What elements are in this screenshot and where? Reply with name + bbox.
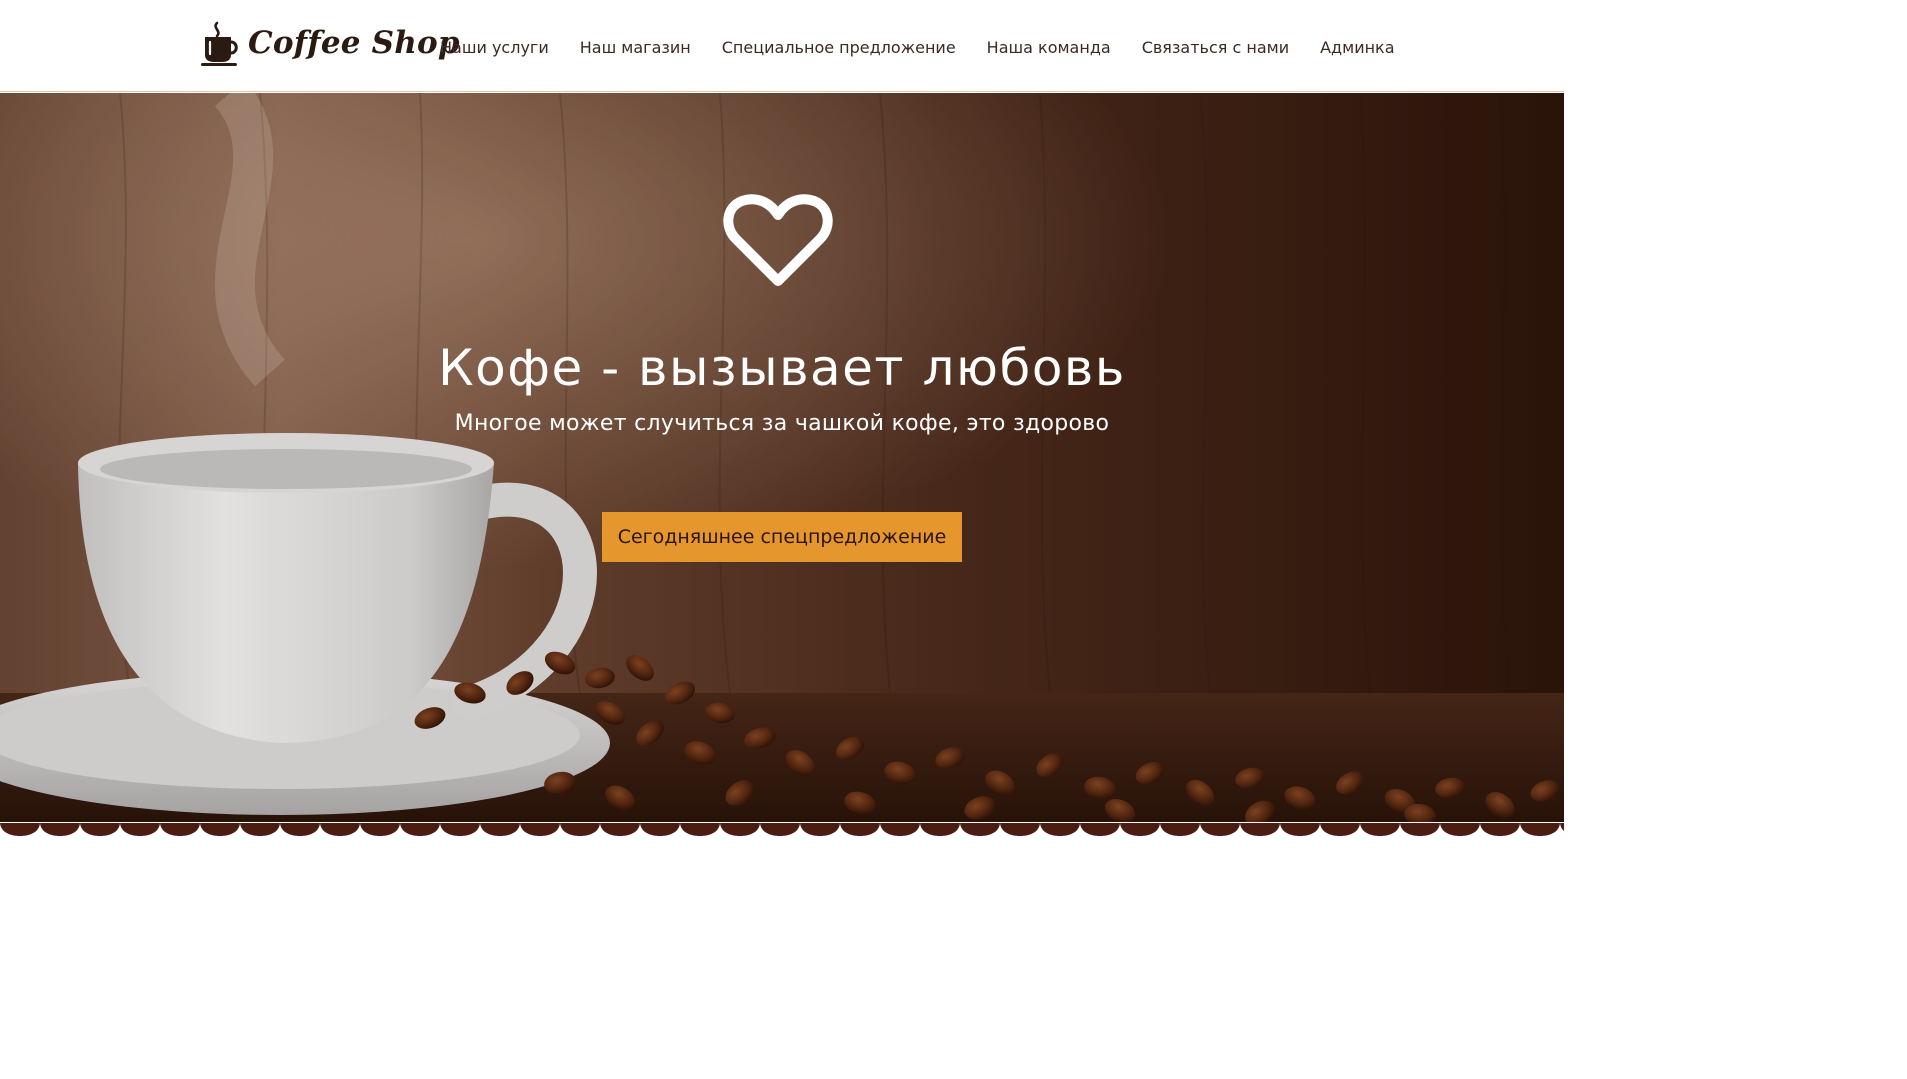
brand-logo-link[interactable]: Coffee Shop xyxy=(200,18,460,68)
heart-icon xyxy=(723,194,833,286)
top-navbar: Coffee Shop Наши услуги Наш магазин Спец… xyxy=(0,0,1564,92)
special-offer-button[interactable]: Сегодняшнее спецпредложение xyxy=(602,512,962,562)
hero-content: Кофе - вызывает любовь Многое может случ… xyxy=(0,93,1564,823)
nav-item-services[interactable]: Наши услуги xyxy=(440,38,549,57)
nav-item-team[interactable]: Наша команда xyxy=(987,38,1111,57)
hero-title: Кофе - вызывает любовь xyxy=(438,339,1126,397)
nav-item-contact[interactable]: Связаться с нами xyxy=(1142,38,1289,57)
hero-section: Кофе - вызывает любовь Многое может случ… xyxy=(0,93,1564,823)
coffee-cup-icon xyxy=(201,21,238,66)
nav-item-shop[interactable]: Наш магазин xyxy=(580,38,691,57)
hero-subtitle: Многое может случиться за чашкой кофе, э… xyxy=(454,411,1110,436)
nav-item-special-offer[interactable]: Специальное предложение xyxy=(722,38,956,57)
main-nav: Наши услуги Наш магазин Специальное пред… xyxy=(440,34,1395,60)
brand-name: Coffee Shop xyxy=(248,25,460,61)
scallop-divider xyxy=(0,822,1564,836)
nav-item-admin[interactable]: Админка xyxy=(1320,38,1394,57)
